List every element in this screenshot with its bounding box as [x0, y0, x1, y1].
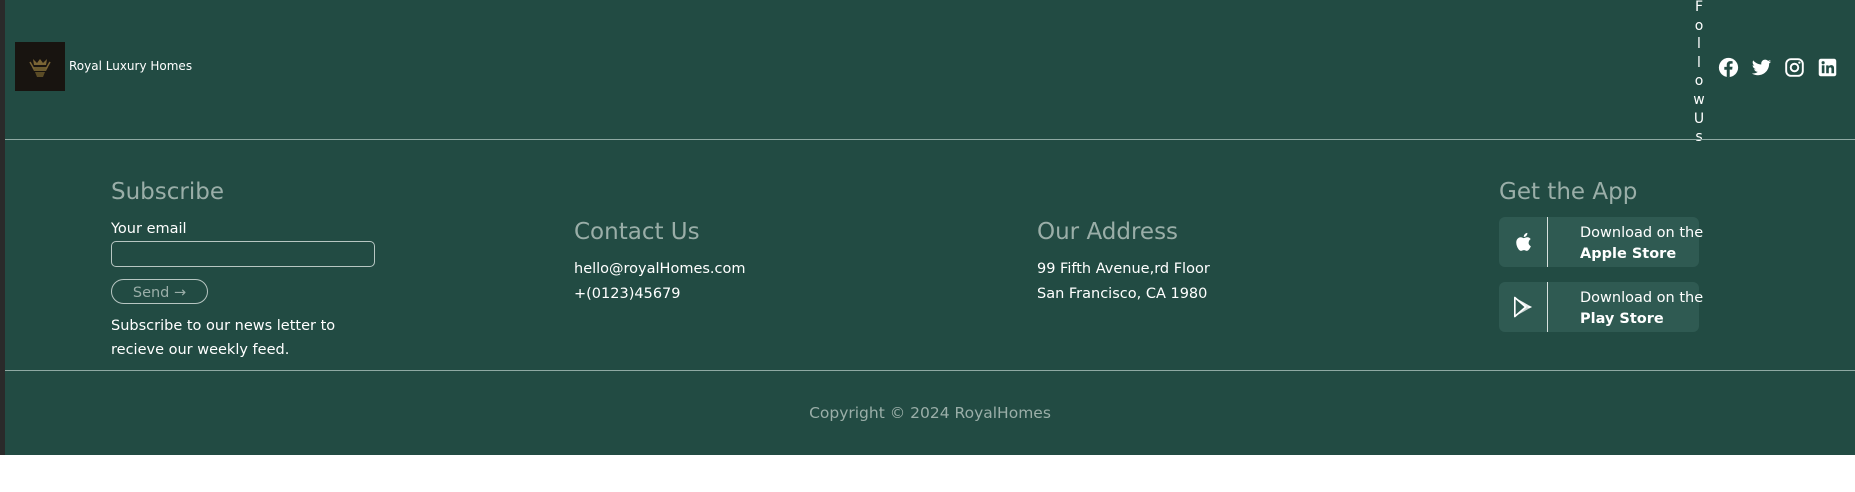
crown-emblem-icon — [29, 58, 51, 77]
brand-name[interactable]: Royal Luxury Homes — [69, 59, 192, 73]
follow-letter: U — [1693, 110, 1705, 127]
email-field[interactable] — [111, 241, 375, 267]
email-label: Your email — [111, 221, 187, 237]
store-divider — [1547, 282, 1548, 332]
footer-top-row: Royal Luxury Homes F o l l o w U s — [5, 0, 1855, 145]
instagram-icon[interactable] — [1784, 57, 1805, 78]
contact-email-link[interactable]: hello@royalHomes.com — [574, 261, 746, 277]
address-title: Our Address — [1037, 219, 1179, 245]
apple-store-line-2: Apple Store — [1580, 246, 1677, 262]
play-store-icon — [1499, 282, 1547, 332]
social-links — [1718, 57, 1838, 78]
follow-letter: o — [1694, 17, 1704, 34]
copyright-text: Copyright © 2024 RoyalHomes — [809, 404, 1051, 422]
linkedin-icon[interactable] — [1817, 57, 1838, 78]
follow-letter: w — [1693, 91, 1705, 108]
app-title: Get the App — [1499, 179, 1638, 205]
bottom-divider — [5, 370, 1855, 371]
follow-us-label: F o l l o w U s — [1691, 0, 1707, 147]
store-divider — [1547, 217, 1548, 267]
follow-letter: l — [1697, 54, 1701, 71]
subscribe-title: Subscribe — [111, 179, 225, 205]
play-store-line-1: Download on the — [1580, 290, 1704, 306]
apple-icon — [1499, 217, 1547, 267]
site-footer: Royal Luxury Homes F o l l o w U s Subsc… — [5, 0, 1855, 455]
apple-store-line-1: Download on the — [1580, 225, 1704, 241]
follow-letter: F — [1694, 0, 1704, 15]
play-store-line-2: Play Store — [1580, 311, 1664, 327]
brand-logo[interactable] — [15, 42, 65, 91]
apple-store-button[interactable]: Download on the Apple Store — [1499, 217, 1703, 267]
address-line-1: 99 Fifth Avenue,rd Floor — [1037, 261, 1210, 277]
address-line-2: San Francisco, CA 1980 — [1037, 286, 1208, 302]
send-button[interactable]: Send → — [111, 279, 208, 304]
contact-title: Contact Us — [574, 219, 700, 245]
follow-letter: s — [1695, 129, 1703, 146]
play-store-button[interactable]: Download on the Play Store — [1499, 282, 1703, 332]
follow-letter: l — [1697, 36, 1701, 53]
subscribe-description: Subscribe to our news letter to recieve … — [111, 318, 336, 358]
follow-letter: o — [1694, 73, 1704, 90]
contact-phone-link[interactable]: +(0123)45679 — [574, 286, 681, 302]
facebook-icon[interactable] — [1718, 57, 1739, 78]
top-divider — [5, 139, 1855, 140]
twitter-icon[interactable] — [1751, 57, 1772, 78]
